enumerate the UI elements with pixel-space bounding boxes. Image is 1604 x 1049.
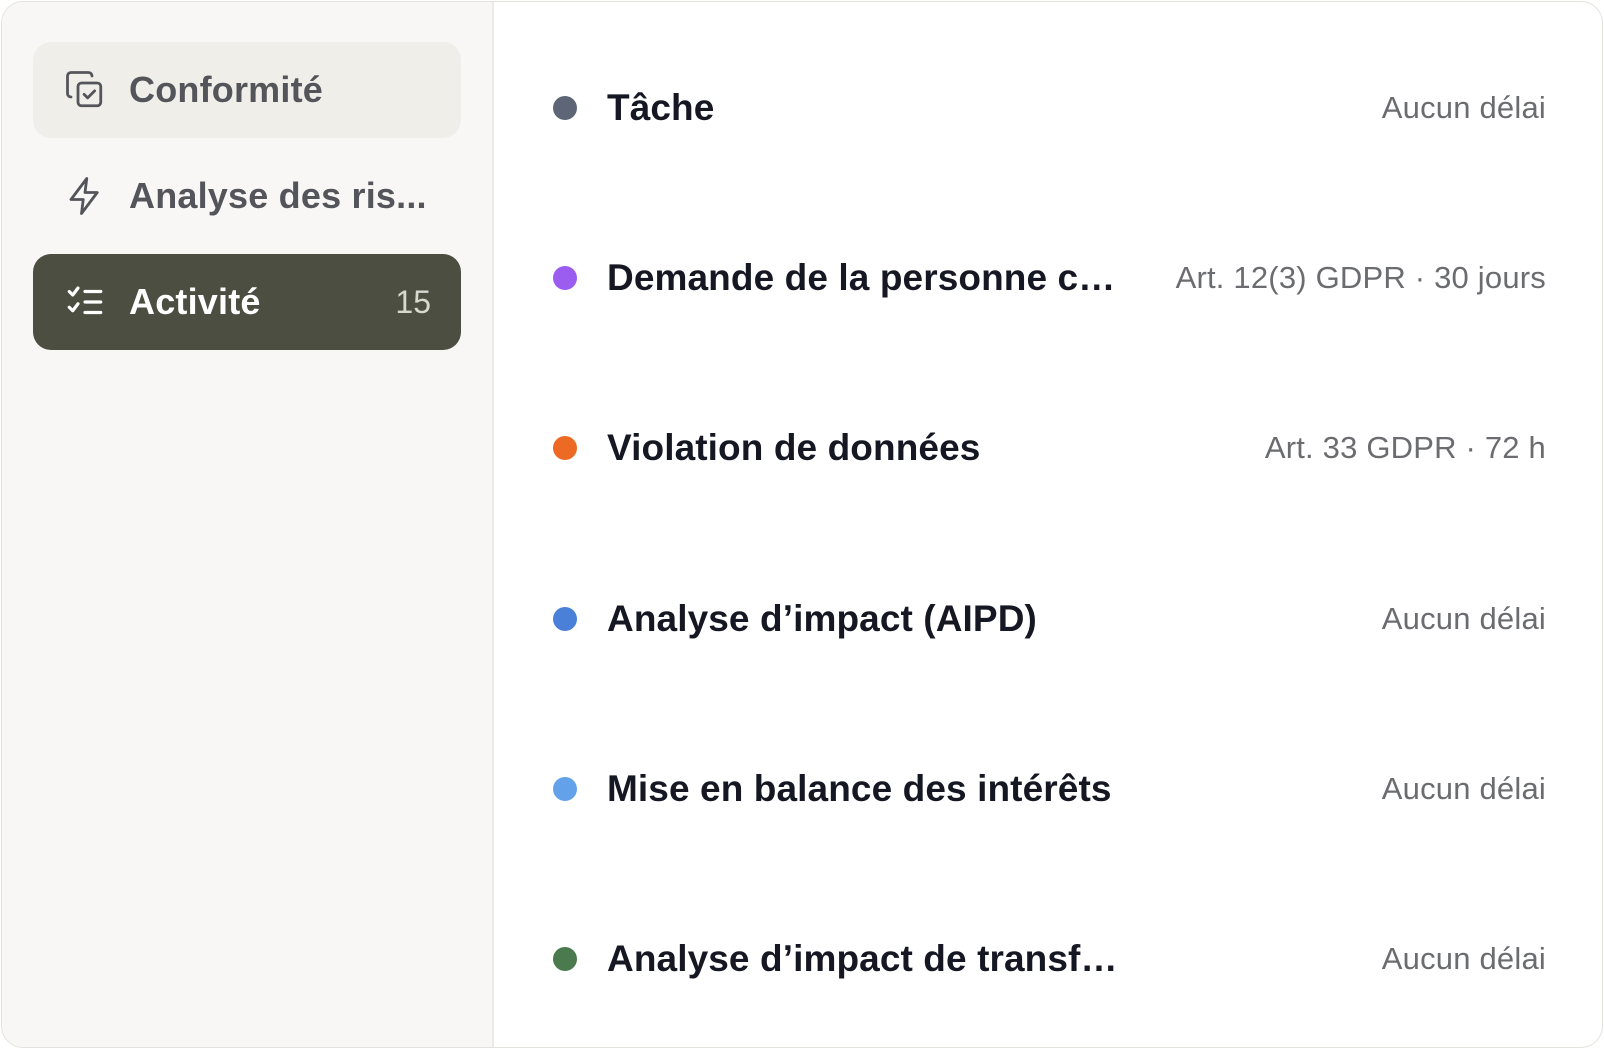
sidebar: Conformité Analyse des ris... Activité 1… [2,2,494,1047]
sidebar-item-activite[interactable]: Activité 15 [33,254,461,350]
activity-title: Analyse d’impact de transfert [607,938,1127,979]
status-dot [553,266,577,290]
sidebar-item-label: Activité [129,281,261,322]
activity-deadline: Aucun délai [1381,941,1546,976]
activity-row-balance[interactable]: Mise en balance des intérêts Aucun délai [550,749,1546,829]
activity-row-aipd[interactable]: Analyse d’impact (AIPD) Aucun délai [550,579,1546,659]
activity-title: Demande de la personne co... [607,257,1127,298]
status-dot [553,436,577,460]
status-dot [553,947,577,971]
activity-title: Violation de données [607,427,981,468]
status-dot [553,607,577,631]
activity-title: Analyse d’impact (AIPD) [607,598,1037,639]
activity-list: Tâche Aucun délai Demande de la personne… [494,2,1602,1047]
activity-row-demande[interactable]: Demande de la personne co... Art. 12(3) … [550,238,1546,318]
sidebar-item-analyse-risques[interactable]: Analyse des ris... [33,148,461,244]
app-window: Conformité Analyse des ris... Activité 1… [1,1,1603,1048]
activity-title: Mise en balance des intérêts [607,768,1112,809]
activity-title: Tâche [607,87,715,128]
sidebar-item-label: Conformité [129,69,323,110]
activity-row-transfert[interactable]: Analyse d’impact de transfert Aucun déla… [550,919,1546,999]
activity-row-tache[interactable]: Tâche Aucun délai [550,68,1546,148]
activity-row-violation[interactable]: Violation de données Art. 33 GDPR · 72 h [550,408,1546,488]
lightning-icon [63,174,107,218]
sidebar-item-label: Analyse des ris... [129,175,427,216]
status-dot [553,777,577,801]
activity-deadline: Aucun délai [1381,90,1546,125]
checklist-icon [63,280,107,324]
activity-deadline: Art. 33 GDPR · 72 h [1264,430,1546,465]
count-badge: 15 [395,283,431,320]
activity-deadline: Aucun délai [1381,601,1546,636]
activity-deadline: Art. 12(3) GDPR · 30 jours [1175,260,1546,295]
copy-check-icon [63,68,107,112]
sidebar-item-conformite[interactable]: Conformité [33,42,461,138]
activity-deadline: Aucun délai [1381,771,1546,806]
status-dot [553,96,577,120]
